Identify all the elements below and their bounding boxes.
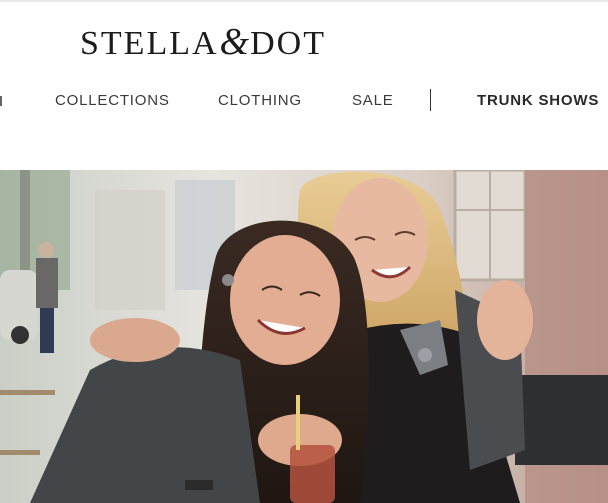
- logo-text-right: DOT: [250, 25, 326, 62]
- top-border: [0, 0, 608, 2]
- logo-ampersand: &: [219, 21, 250, 63]
- nav-item-clothing[interactable]: CLOTHING: [218, 92, 302, 109]
- hero-banner[interactable]: [0, 170, 608, 503]
- nav-item-trunk-shows[interactable]: TRUNK SHOWS: [477, 92, 599, 109]
- nav-scroll-left-indicator[interactable]: [0, 96, 3, 106]
- nav-divider: [430, 89, 431, 111]
- hero-image: [0, 170, 608, 503]
- nav-item-sale[interactable]: SALE: [352, 92, 394, 109]
- main-navigation: COLLECTIONS CLOTHING SALE TRUNK SHOWS: [0, 88, 608, 116]
- logo-text-left: STELLA: [80, 25, 219, 62]
- nav-item-collections[interactable]: COLLECTIONS: [55, 92, 170, 109]
- brand-logo[interactable]: STELLA&DOT: [80, 22, 326, 62]
